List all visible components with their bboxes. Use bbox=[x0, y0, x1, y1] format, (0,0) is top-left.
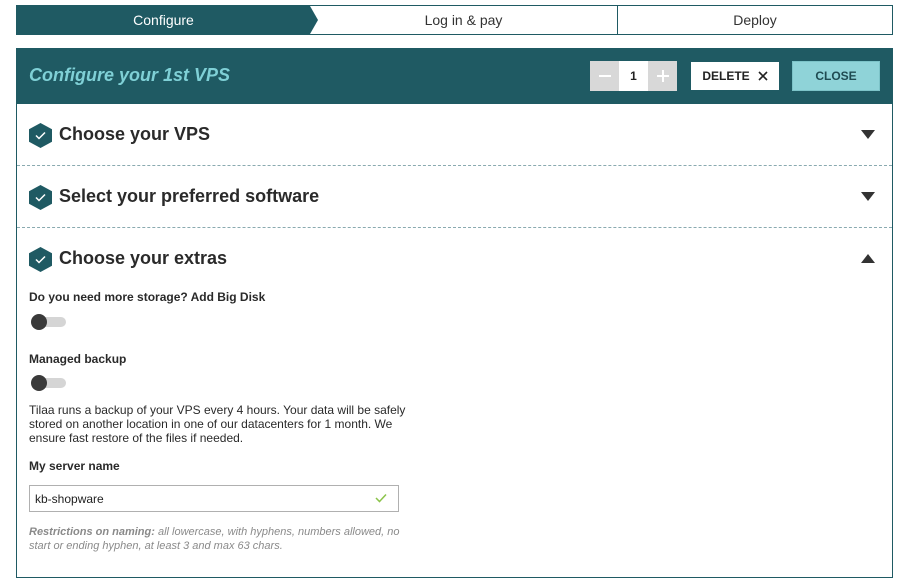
close-icon bbox=[758, 71, 768, 81]
toggle-knob bbox=[31, 314, 47, 330]
step-label: Deploy bbox=[733, 12, 777, 28]
check-hexagon-icon bbox=[29, 247, 52, 272]
section-choose-vps[interactable]: Choose your VPS bbox=[17, 104, 892, 166]
backup-info-text: Tilaa runs a backup of your VPS every 4 … bbox=[29, 403, 406, 445]
step-login-pay[interactable]: Log in & pay bbox=[310, 6, 618, 34]
chevron-down-icon[interactable] bbox=[861, 130, 875, 139]
minus-icon bbox=[598, 75, 611, 77]
page-title: Configure your 1st VPS bbox=[29, 65, 231, 85]
section-extras[interactable]: Choose your extras bbox=[17, 228, 892, 290]
server-name-label: My server name bbox=[29, 459, 120, 473]
chevron-up-icon[interactable] bbox=[861, 254, 875, 263]
section-title: Choose your VPS bbox=[59, 124, 211, 144]
section-preferred-software[interactable]: Select your preferred software bbox=[17, 166, 892, 228]
increase-button[interactable] bbox=[648, 61, 677, 91]
naming-restrictions: Restrictions on naming: all lowercase, w… bbox=[29, 525, 419, 553]
big-disk-label: Do you need more storage? Add Big Disk bbox=[29, 290, 266, 304]
managed-backup-label: Managed backup bbox=[29, 352, 127, 366]
section-title: Choose your extras bbox=[59, 248, 228, 268]
restrictions-title: Restrictions on naming: bbox=[29, 526, 155, 538]
step-label: Log in & pay bbox=[424, 12, 503, 28]
delete-button[interactable]: DELETE bbox=[690, 61, 780, 91]
plus-icon bbox=[656, 70, 669, 82]
quantity-stepper: 1 bbox=[590, 61, 677, 91]
quantity-value[interactable]: 1 bbox=[619, 61, 648, 91]
section-title: Select your preferred software bbox=[59, 186, 320, 206]
valid-check-icon bbox=[375, 493, 387, 503]
close-label: CLOSE bbox=[815, 69, 857, 83]
panel-header: Configure your 1st VPS 1 DELETE CLOSE bbox=[16, 48, 893, 104]
delete-label: DELETE bbox=[702, 69, 750, 83]
vps-config-panel: Configure your 1st VPS 1 DELETE CLOSE Ch… bbox=[16, 48, 893, 578]
checkout-stepper: Configure Log in & pay Deploy bbox=[16, 5, 893, 35]
decrease-button[interactable] bbox=[590, 61, 619, 91]
check-hexagon-icon bbox=[29, 123, 52, 148]
big-disk-toggle[interactable] bbox=[31, 314, 67, 330]
toggle-knob bbox=[31, 375, 47, 391]
server-name-input[interactable] bbox=[29, 485, 399, 512]
step-label: Configure bbox=[133, 12, 194, 28]
close-button[interactable]: CLOSE bbox=[792, 61, 880, 91]
chevron-down-icon[interactable] bbox=[861, 192, 875, 201]
step-configure[interactable]: Configure bbox=[17, 6, 318, 34]
step-deploy[interactable]: Deploy bbox=[618, 6, 892, 34]
check-hexagon-icon bbox=[29, 185, 52, 210]
managed-backup-toggle[interactable] bbox=[31, 375, 67, 391]
